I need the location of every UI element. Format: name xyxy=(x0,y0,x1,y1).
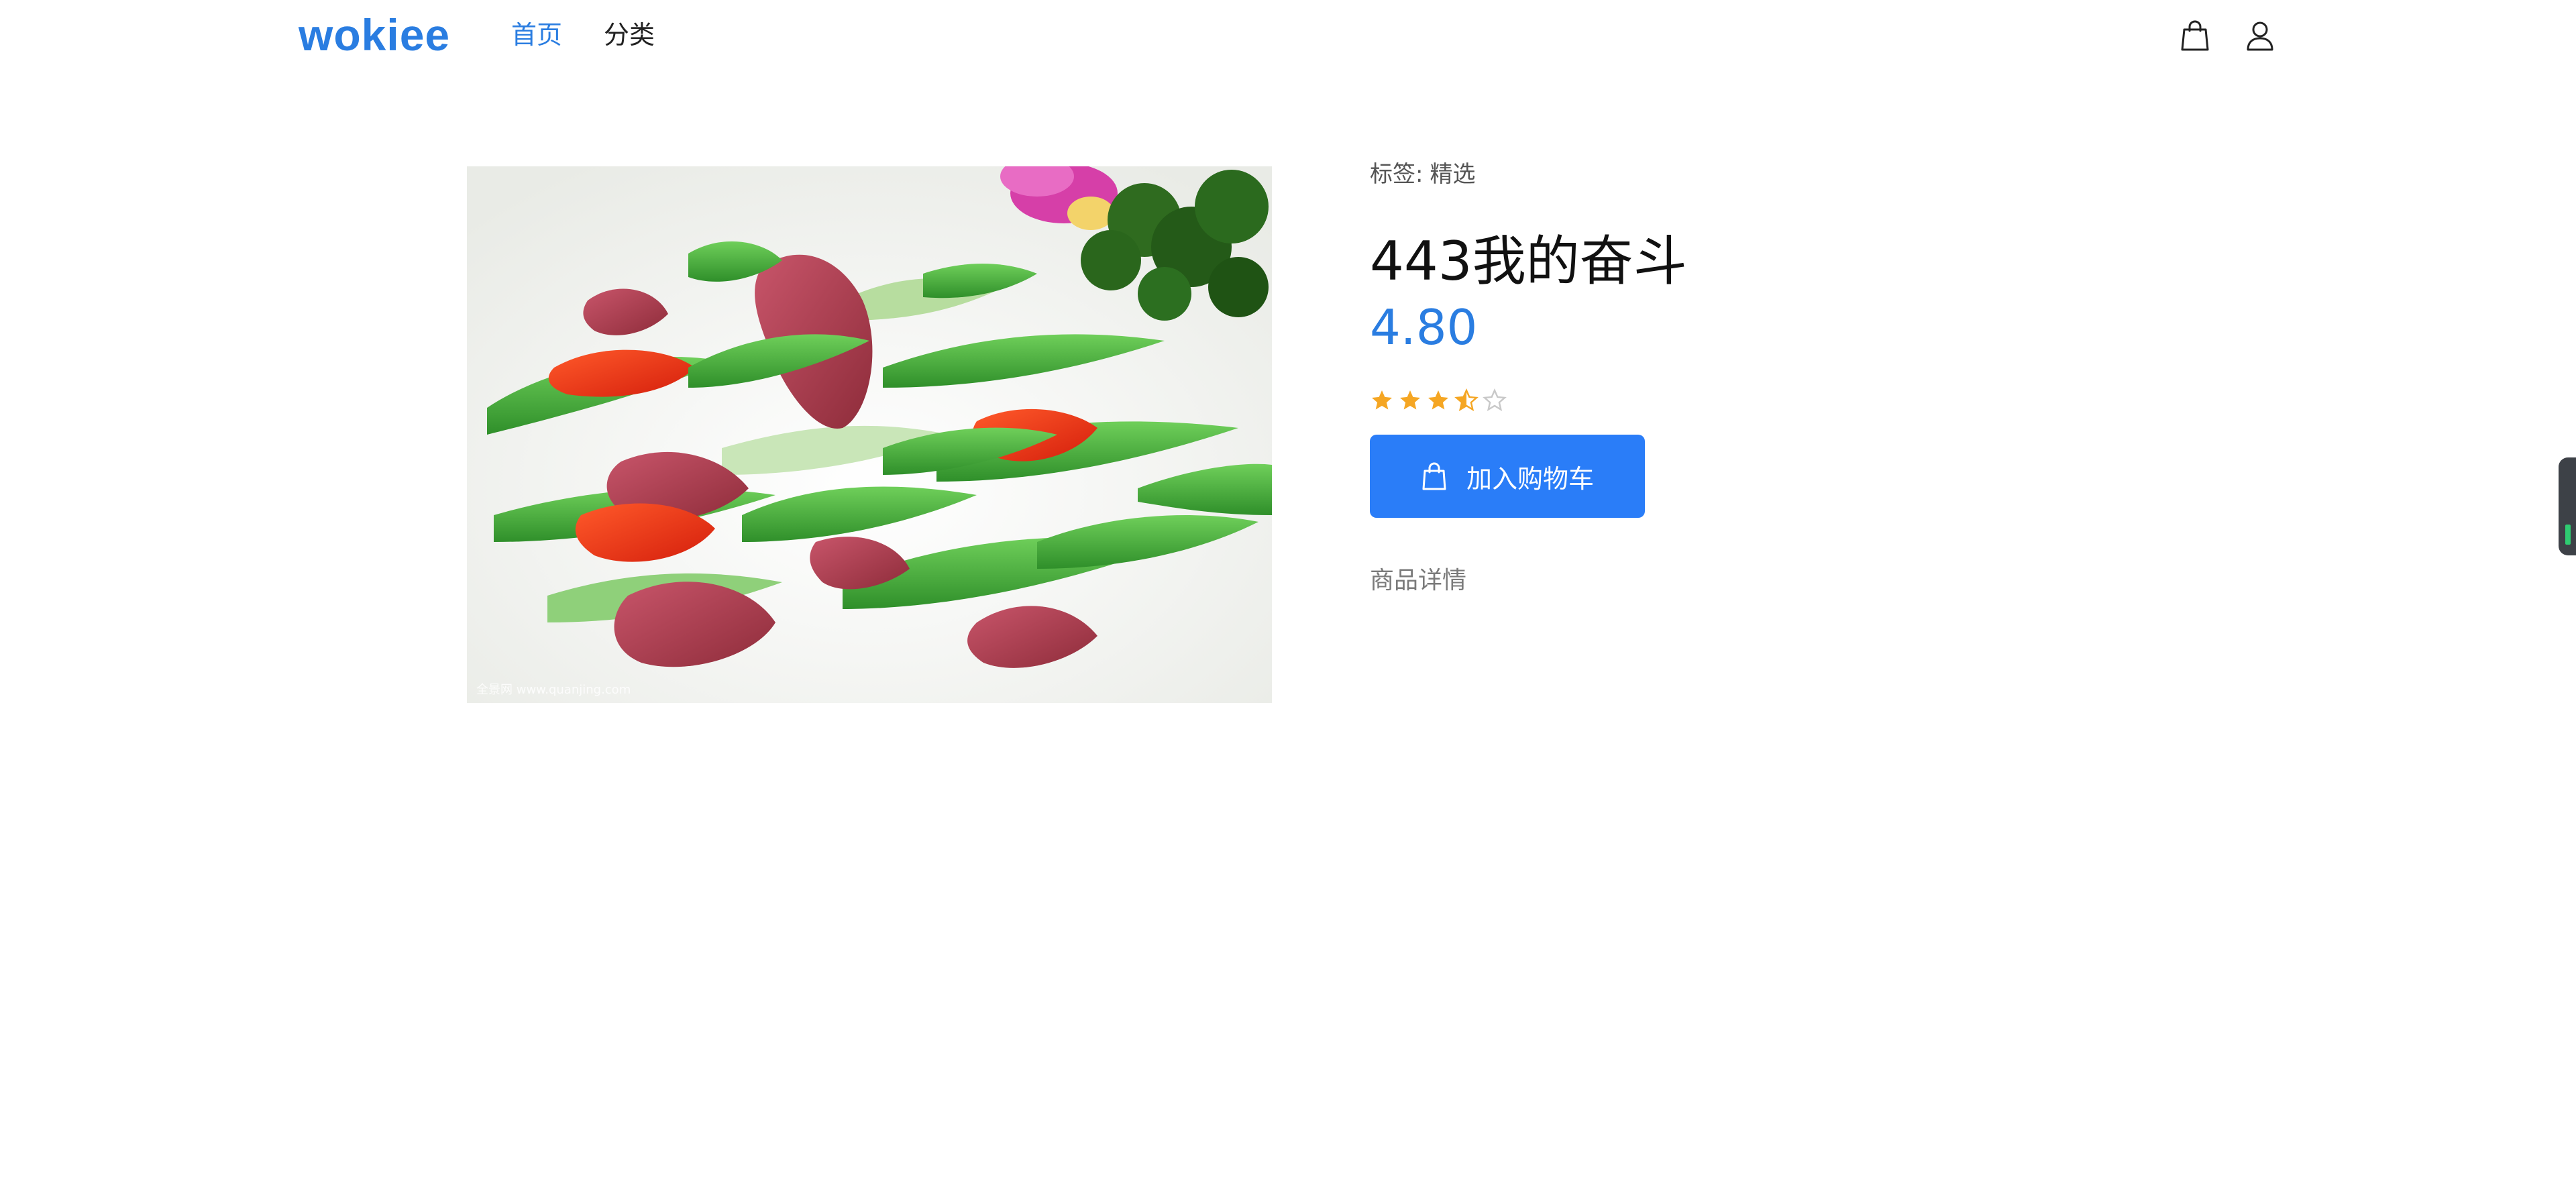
tag-label: 标签: xyxy=(1370,161,1424,188)
shopping-bag-icon xyxy=(1422,462,1446,490)
star-full-icon xyxy=(1372,390,1392,410)
product-price: 4.80 xyxy=(1370,299,1478,356)
product-image: 全景网 www.quanjing.com xyxy=(467,166,1272,703)
star-full-icon xyxy=(1428,390,1448,410)
nav-item-home[interactable]: 首页 xyxy=(511,15,562,55)
add-to-cart-label: 加入购物车 xyxy=(1466,463,1594,494)
tag-value[interactable]: 精选 xyxy=(1430,156,1475,193)
star-half-icon xyxy=(1454,388,1479,411)
user-icon[interactable] xyxy=(2244,19,2276,52)
add-to-cart-button[interactable]: 加入购物车 xyxy=(1370,435,1645,518)
svg-text:全景网 www.quanjing.com: 全景网 www.quanjing.com xyxy=(476,683,631,697)
star-full-icon xyxy=(1400,390,1420,410)
nav-item-category[interactable]: 分类 xyxy=(604,15,655,55)
product-details-heading[interactable]: 商品详情 xyxy=(1370,562,2175,600)
floating-side-widget[interactable] xyxy=(2559,457,2576,555)
product-tags: 标签: 精选 xyxy=(1370,156,2175,193)
star-rating xyxy=(1370,384,2175,417)
star-empty-icon xyxy=(1483,388,1507,411)
product-info: 标签: 精选 443我的奋斗 4.80 加入购物车 商品详情 xyxy=(1370,156,2175,600)
product-page: wokiee 首页 分类 全景网 www.quanjing.com 标签: 精选… xyxy=(0,0,2576,1202)
site-header: wokiee 首页 分类 xyxy=(0,0,2576,74)
shopping-bag-icon[interactable] xyxy=(2179,19,2211,52)
product-title: 443我的奋斗 xyxy=(1370,230,1687,292)
main-nav: 首页 分类 xyxy=(511,15,655,55)
site-logo[interactable]: wokiee xyxy=(299,8,450,62)
widget-indicator xyxy=(2565,525,2571,545)
